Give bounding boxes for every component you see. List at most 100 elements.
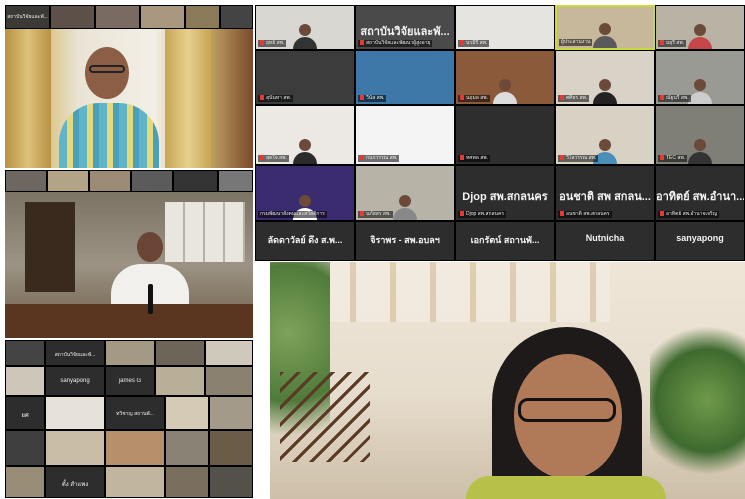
thumb-tile[interactable]	[220, 5, 253, 29]
participant-display-name: อาทิตย์ สพ.อำนา...	[656, 190, 744, 203]
participant-tile[interactable]: Nutnicha	[555, 221, 655, 261]
participant-tile[interactable]: จิราพร - สพ.อบลฯ	[355, 221, 455, 261]
participant-tile[interactable]	[209, 430, 253, 466]
thumb-tile[interactable]	[218, 170, 253, 192]
participant-tile[interactable]	[5, 366, 45, 396]
participant-tile[interactable]: สถาบันวิจัยและพั...	[45, 340, 105, 366]
participant-name: อาทิตย์ สพ.อำนาจเจริญ	[658, 211, 719, 218]
thumb-tile[interactable]: สถาบันวิจัยและพั...	[5, 5, 50, 29]
participant-tile[interactable]: มยุรี สพ.	[655, 5, 745, 50]
participant-tile[interactable]	[5, 340, 45, 366]
video-grid-bottom-left: สถาบันวิจัยและพั... sanyapong james G ยศ…	[5, 340, 253, 498]
participant-tile[interactable]	[5, 466, 45, 498]
participant-tile[interactable]	[205, 366, 253, 396]
participant-tile[interactable]	[105, 340, 155, 366]
participant-tile[interactable]	[165, 396, 209, 430]
speaker-video-man[interactable]	[5, 29, 253, 168]
mic-muted-icon	[460, 155, 464, 161]
participant-tile[interactable]	[209, 396, 253, 430]
mic-muted-icon	[360, 40, 364, 46]
participant-name: ยุทธ์ สพ.	[258, 40, 287, 47]
mic-muted-icon	[360, 155, 364, 161]
thumb-tile[interactable]	[185, 5, 220, 29]
participant-tile[interactable]: ลัดดาวัลย์ ดึง ส.พ...	[255, 221, 355, 261]
participant-tile[interactable]: ณัฐนรี สพ.	[655, 50, 745, 105]
participant-tile[interactable]: สุนันทา สพ.	[255, 50, 355, 105]
thumb-tile[interactable]	[47, 170, 89, 192]
participant-tile[interactable]: เอกรัตน์ สถานพั...	[455, 221, 555, 261]
thumb-tile[interactable]	[5, 170, 47, 192]
participant-tile[interactable]: Djop สพ.สกลนคร Djop สพ.สกลนคร	[455, 165, 555, 221]
participant-tile[interactable]: ยศ	[5, 396, 45, 430]
thumb-tile[interactable]	[50, 5, 95, 29]
participant-tile[interactable]: sanyapong	[655, 221, 745, 261]
participant-tile[interactable]: วิไลวรรณ สพ.	[555, 105, 655, 165]
thumb-tile[interactable]	[131, 170, 173, 192]
participant-tile[interactable]: ทศพล สพ.	[455, 105, 555, 165]
participant-display-name: Djop สพ.สกลนคร	[462, 190, 548, 203]
thumb-tile[interactable]	[95, 5, 140, 29]
participant-tile[interactable]: กรมพัฒนาสังคมและสวัสดิการ	[255, 165, 355, 221]
participant-tile[interactable]: ตั้ง สำแพง	[45, 466, 105, 498]
participant-tile[interactable]	[205, 340, 253, 366]
participant-display-name: sanyapong	[676, 233, 724, 244]
mic-muted-icon	[260, 40, 264, 46]
participant-name: สุดใจ สพ.	[258, 155, 289, 162]
participant-tile[interactable]: นฤมล สพ.	[455, 50, 555, 105]
curtain-right	[165, 29, 211, 168]
thumb-tile[interactable]	[173, 170, 218, 192]
participant-tile[interactable]: ทวิชาญ สถานพั...	[105, 396, 165, 430]
participant-tile[interactable]: กนกวรรณ สพ.	[355, 105, 455, 165]
participant-name: กนกวรรณ สพ.	[358, 155, 400, 162]
wall-notices	[165, 202, 245, 262]
mic-muted-icon	[560, 211, 564, 217]
participant-tile[interactable]: ศศิธร สพ.	[555, 50, 655, 105]
plants-right	[650, 302, 745, 499]
participant-tile[interactable]: วีนัส สพ.	[355, 50, 455, 105]
participant-tile[interactable]	[165, 430, 209, 466]
person-shirt	[59, 103, 159, 168]
participant-name: กรมพัฒนาสังคมและสวัสดิการ	[258, 211, 327, 218]
participant-tile[interactable]	[165, 466, 209, 498]
participant-tile[interactable]	[155, 366, 205, 396]
participant-tile[interactable]	[105, 430, 165, 466]
participant-tile[interactable]	[105, 466, 165, 498]
participant-display-name: ลัดดาวัลย์ ดึง ส.พ...	[267, 235, 343, 246]
participant-tile[interactable]: สถาบันวิจัยและพั... สถาบันวิจัยและพัฒนาผู…	[355, 5, 455, 50]
participant-tile[interactable]	[155, 340, 205, 366]
participant-name: ศศิธร สพ.	[558, 95, 590, 102]
participant-tile[interactable]	[45, 396, 105, 430]
participant-tile[interactable]: ยุทธ์ สพ.	[255, 5, 355, 50]
microphone-icon	[148, 284, 153, 314]
participant-tile[interactable]: อนชาติ สพ สกลน... อนชาติ สพ.สกลนคร	[555, 165, 655, 221]
speaker-video-desk[interactable]	[5, 192, 253, 338]
thumbnail-strip-mid	[5, 170, 253, 192]
participant-name: TEC สพ.	[658, 155, 688, 162]
participant-tile[interactable]: สุดใจ สพ.	[255, 105, 355, 165]
participant-display-name: Nutnicha	[585, 233, 625, 244]
participant-tile[interactable]: TEC สพ.	[655, 105, 745, 165]
participant-tile[interactable]: อาทิตย์ สพ.อำนา... อาทิตย์ สพ.อำนาจเจริญ	[655, 165, 745, 221]
participant-tile[interactable]: นภัสสร สพ.	[355, 165, 455, 221]
participant-tile[interactable]	[45, 430, 105, 466]
participant-tile[interactable]: sanyapong	[45, 366, 105, 396]
video-grid-mid-left	[5, 170, 253, 338]
participant-tile[interactable]	[5, 430, 45, 466]
participant-tile[interactable]	[209, 466, 253, 498]
glasses-icon	[518, 398, 616, 422]
participant-tile[interactable]: นวมิรี สพ.	[455, 5, 555, 50]
participant-display-name: เอกรัตน์ สถานพั...	[470, 235, 540, 246]
speaker-video-woman[interactable]	[270, 262, 745, 499]
participant-tile[interactable]: james G	[105, 366, 155, 396]
participant-name: วิไลวรรณ สพ.	[558, 155, 599, 162]
thumb-tile[interactable]	[140, 5, 185, 29]
thumb-tile[interactable]	[89, 170, 131, 192]
participant-name: สถาบันวิจัยและพัฒนาผู้สูงอายุ	[358, 40, 433, 47]
mic-muted-icon	[560, 155, 564, 161]
mic-muted-icon	[360, 211, 364, 217]
mic-muted-icon	[660, 155, 664, 161]
participant-tile-active[interactable]: ผู้ประสานงาน	[555, 5, 655, 50]
participant-name: ณัฐนรี สพ.	[658, 95, 691, 102]
participant-display-name: สถาบันวิจัยและพั...	[360, 26, 450, 39]
ceiling-beams	[310, 262, 610, 322]
